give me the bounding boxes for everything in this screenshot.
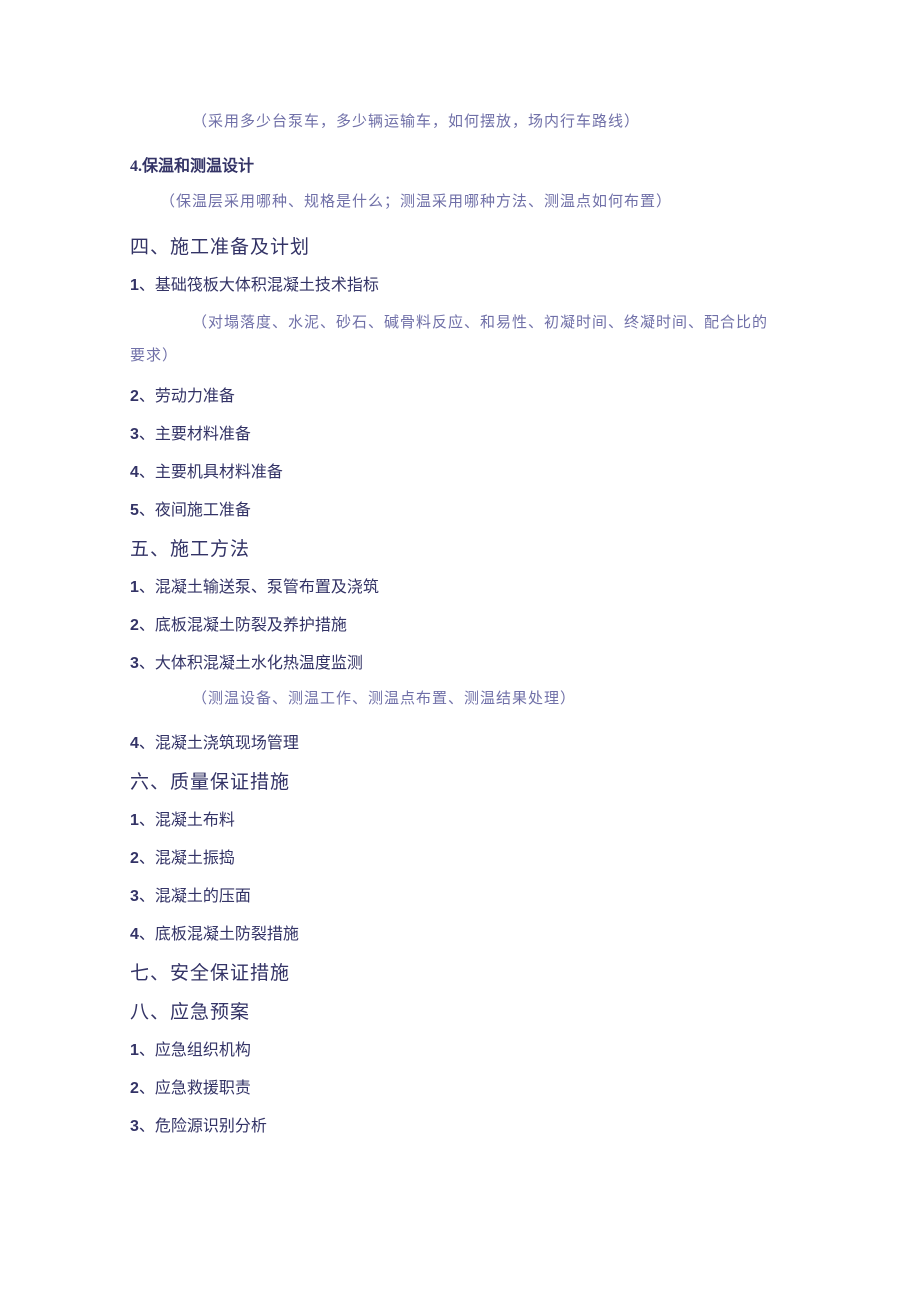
item-4-1: 1、基础筏板大体积混凝土技术指标 bbox=[130, 271, 790, 295]
item-8-3-text: 、危险源识别分析 bbox=[139, 1118, 267, 1135]
item-6-2-text: 、混凝土振捣 bbox=[139, 850, 235, 867]
note-pump: （采用多少台泵车，多少辆运输车，如何摆放，场内行车路线） bbox=[130, 110, 790, 134]
item-4-4: 4、主要机具材料准备 bbox=[130, 458, 790, 482]
item-8-2-text: 、应急救援职责 bbox=[139, 1080, 251, 1097]
item-6-3-text: 、混凝土的压面 bbox=[139, 888, 251, 905]
item-4-4-text: 、主要机具材料准备 bbox=[139, 464, 283, 481]
heading-5: 五、施工方法 bbox=[130, 534, 790, 561]
item-6-4: 4、底板混凝土防裂措施 bbox=[130, 920, 790, 944]
item-8-3: 3、危险源识别分析 bbox=[130, 1112, 790, 1136]
item-8-1: 1、应急组织机构 bbox=[130, 1036, 790, 1060]
note-insulation: （保温层采用哪种、规格是什么；测温采用哪种方法、测温点如何布置） bbox=[130, 190, 790, 214]
item-4-5: 5、夜间施工准备 bbox=[130, 496, 790, 520]
heading-4: 四、施工准备及计划 bbox=[130, 232, 790, 259]
item-6-3: 3、混凝土的压面 bbox=[130, 882, 790, 906]
item-4-3: 3、主要材料准备 bbox=[130, 420, 790, 444]
item-6-1: 1、混凝土布料 bbox=[130, 806, 790, 830]
note-temp: （测温设备、测温工作、测温点布置、测温结果处理） bbox=[130, 687, 790, 711]
item-5-1: 1、混凝土输送泵、泵管布置及浇筑 bbox=[130, 573, 790, 597]
item-5-3: 3、大体积混凝土水化热温度监测 bbox=[130, 649, 790, 673]
note-tech-a: （对塌落度、水泥、砂石、碱骨料反应、和易性、初凝时间、终凝时间、配合比的 bbox=[130, 309, 790, 338]
item-5-1-text: 、混凝土输送泵、泵管布置及浇筑 bbox=[139, 579, 379, 596]
item-5-2-text: 、底板混凝土防裂及养护措施 bbox=[139, 617, 347, 634]
item-4-3-text: 、主要材料准备 bbox=[139, 426, 251, 443]
item-4-2: 2、劳动力准备 bbox=[130, 382, 790, 406]
item-5-2: 2、底板混凝土防裂及养护措施 bbox=[130, 611, 790, 635]
heading-6: 六、质量保证措施 bbox=[130, 767, 790, 794]
item-5-3-text: 、大体积混凝土水化热温度监测 bbox=[139, 655, 363, 672]
note-tech-b: 要求） bbox=[130, 342, 790, 371]
item-5-4: 4、混凝土浇筑现场管理 bbox=[130, 729, 790, 753]
item-8-2: 2、应急救援职责 bbox=[130, 1074, 790, 1098]
item-4-1-text: 、基础筏板大体积混凝土技术指标 bbox=[139, 277, 379, 294]
heading-7: 七、安全保证措施 bbox=[130, 958, 790, 985]
item-6-4-text: 、底板混凝土防裂措施 bbox=[139, 926, 299, 943]
item-8-1-text: 、应急组织机构 bbox=[139, 1042, 251, 1059]
item-5-4-text: 、混凝土浇筑现场管理 bbox=[139, 735, 299, 752]
heading-3-4: 4.保温和测温设计 bbox=[130, 152, 790, 176]
item-4-2-text: 、劳动力准备 bbox=[139, 388, 235, 405]
item-6-2: 2、混凝土振捣 bbox=[130, 844, 790, 868]
item-6-1-text: 、混凝土布料 bbox=[139, 812, 235, 829]
heading-8: 八、应急预案 bbox=[130, 997, 790, 1024]
item-4-5-text: 、夜间施工准备 bbox=[139, 502, 251, 519]
